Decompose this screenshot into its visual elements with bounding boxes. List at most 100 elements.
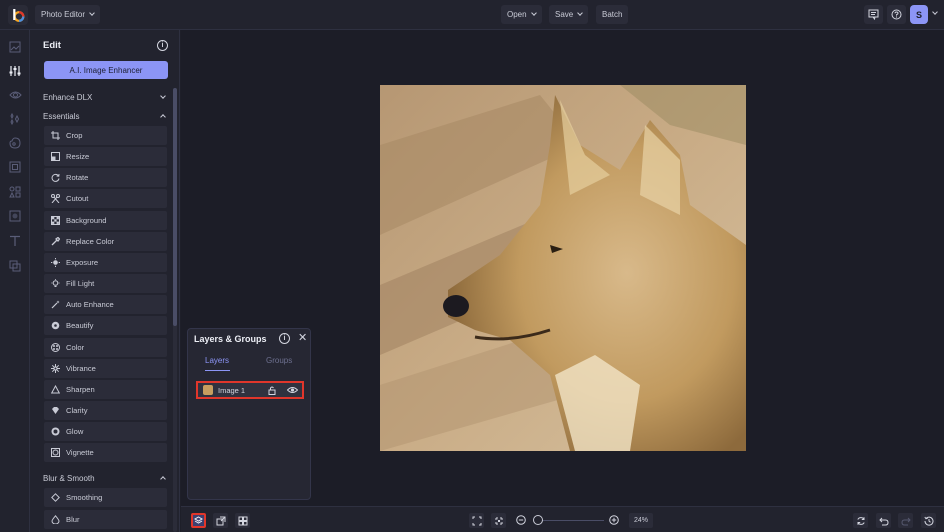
adjust-sliders-icon: [9, 66, 21, 76]
tool-blur[interactable]: Blur: [44, 509, 167, 529]
active-tab-indicator: [205, 370, 230, 371]
info-icon[interactable]: i: [157, 40, 168, 51]
tab-groups[interactable]: Groups: [266, 356, 292, 365]
chevron-down-icon: [89, 10, 95, 16]
smoothing-icon: [51, 493, 60, 502]
tool-label: Auto Enhance: [66, 300, 114, 310]
rail-item-frames[interactable]: [8, 160, 22, 174]
panel-scrollbar[interactable]: [173, 88, 177, 532]
tool-label: Rotate: [66, 173, 89, 183]
tool-label: Crop: [66, 131, 83, 140]
tool-label: Replace Color: [66, 236, 115, 246]
tool-label: Sharpen: [66, 384, 95, 394]
chevron-down-icon: [577, 10, 584, 16]
info-icon[interactable]: i: [279, 333, 290, 344]
tool-glow[interactable]: Glow: [44, 422, 167, 442]
chevron-down-icon: [160, 92, 166, 99]
section-essentials[interactable]: Essentials: [43, 109, 166, 123]
zoom-level-display[interactable]: 24%: [629, 513, 653, 528]
grid-view-button[interactable]: [235, 513, 250, 528]
rail-item-graphics[interactable]: [8, 185, 22, 199]
layers-toggle-button[interactable]: [191, 513, 206, 528]
photo-image: [380, 85, 746, 451]
zoom-in-icon[interactable]: [609, 515, 619, 525]
drop-icon: [51, 514, 60, 524]
scrollbar-thumb[interactable]: [173, 88, 177, 326]
zoom-slider-thumb[interactable]: [533, 515, 543, 525]
ai-image-enhancer-button[interactable]: A.I. Image Enhancer: [44, 61, 168, 79]
undo-button[interactable]: [876, 513, 891, 528]
graphics-icon: [9, 186, 21, 198]
layers-icon: [194, 516, 203, 524]
app-logo[interactable]: [8, 5, 28, 25]
layer-name: Image 1: [218, 385, 246, 395]
tool-label: Fill Light: [66, 279, 95, 289]
chevron-down-icon: [530, 10, 537, 16]
layer-thumbnail: [203, 385, 213, 395]
chevron-up-icon: [160, 476, 166, 482]
tool-crop[interactable]: Crop: [44, 126, 167, 145]
tool-color[interactable]: Color: [44, 337, 167, 357]
fit-screen-button[interactable]: [469, 513, 484, 528]
rail-item-image[interactable]: [8, 40, 22, 54]
zoom-out-icon[interactable]: [516, 515, 526, 525]
tool-background[interactable]: Background: [44, 210, 167, 230]
actual-size-button[interactable]: [491, 513, 506, 528]
rail-item-touch-up[interactable]: [8, 88, 22, 102]
tool-cutout[interactable]: Cutout: [44, 189, 167, 209]
tool-clarity[interactable]: Clarity: [44, 400, 167, 420]
tool-fill-light[interactable]: Fill Light: [44, 274, 167, 294]
rail-item-edit[interactable]: [8, 64, 22, 78]
fit-screen-icon: [472, 516, 481, 525]
tool-label: Color: [66, 342, 85, 352]
close-icon[interactable]: ✕: [298, 331, 307, 344]
rail-item-effects[interactable]: [8, 112, 22, 126]
tool-replace-color[interactable]: Replace Color: [44, 231, 167, 251]
tool-beautify[interactable]: Beautify: [44, 316, 167, 336]
redo-button[interactable]: [898, 513, 913, 528]
rail-item-artsy[interactable]: [8, 136, 22, 150]
section-enhance-dlx[interactable]: Enhance DLX: [43, 90, 166, 104]
app-menu-dropdown[interactable]: Photo Editor: [35, 5, 101, 24]
tab-layers[interactable]: Layers: [205, 356, 229, 365]
open-dropdown[interactable]: Open: [501, 5, 542, 24]
batch-label: Batch: [602, 10, 623, 19]
tool-sharpen[interactable]: Sharpen: [44, 379, 167, 399]
tool-label: Vibrance: [66, 363, 96, 373]
compare-button[interactable]: [213, 513, 228, 528]
rail-item-text[interactable]: [8, 234, 22, 248]
unlock-icon[interactable]: [268, 386, 276, 395]
reset-button[interactable]: [853, 513, 868, 528]
section-blur-smooth[interactable]: Blur & Smooth: [43, 471, 166, 485]
sparkle-icon: [51, 363, 60, 373]
help-button[interactable]: [887, 5, 906, 24]
eyedropper-icon: [51, 236, 60, 246]
tool-resize[interactable]: Resize: [44, 147, 167, 167]
eye-visible-icon[interactable]: [287, 386, 298, 394]
tool-auto-enhance[interactable]: Auto Enhance: [44, 295, 167, 315]
batch-button[interactable]: Batch: [596, 5, 629, 24]
tool-label: Cutout: [66, 194, 89, 204]
account-chevron-down-icon[interactable]: [932, 9, 938, 15]
tool-vibrance[interactable]: Vibrance: [44, 358, 167, 378]
save-dropdown[interactable]: Save: [549, 5, 589, 24]
zoom-slider-track[interactable]: [537, 520, 604, 521]
tool-exposure[interactable]: Exposure: [44, 252, 167, 272]
tool-label: Exposure: [66, 257, 99, 267]
tool-label: Glow: [66, 427, 84, 437]
wolf-photo[interactable]: [380, 85, 746, 451]
rail-item-overlays[interactable]: [8, 259, 22, 273]
comments-icon: [868, 9, 879, 20]
history-button[interactable]: [921, 513, 936, 528]
edit-panel: Edit i A.I. Image Enhancer Enhance DLX E…: [30, 30, 180, 532]
layer-row[interactable]: Image 1: [196, 381, 304, 399]
undo-icon: [878, 517, 889, 525]
tool-smoothing[interactable]: Smoothing: [44, 488, 167, 507]
section-label: Essentials: [43, 111, 80, 121]
tool-vignette[interactable]: Vignette: [44, 443, 167, 463]
user-avatar[interactable]: S: [910, 5, 928, 24]
tool-label: Smoothing: [66, 493, 103, 502]
tool-rotate[interactable]: Rotate: [44, 168, 167, 188]
rail-item-textures[interactable]: [8, 209, 22, 223]
comments-button[interactable]: [864, 5, 883, 24]
